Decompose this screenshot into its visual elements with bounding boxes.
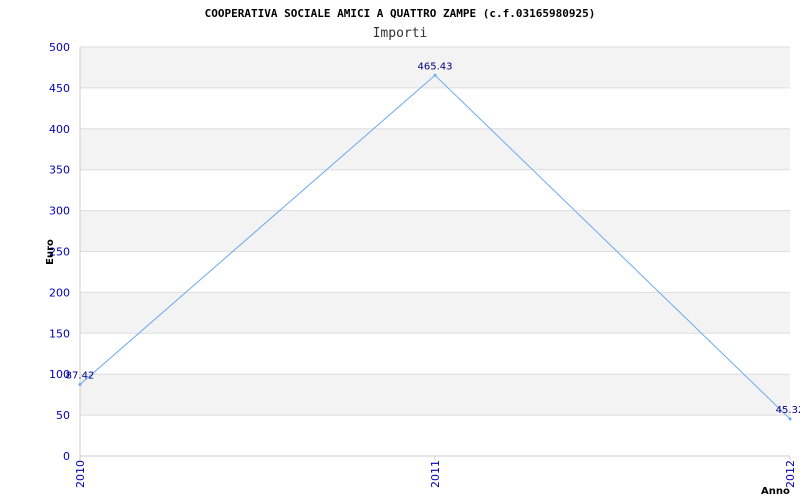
chart-title: COOPERATIVA SOCIALE AMICI A QUATTRO ZAMP… xyxy=(205,7,596,20)
y-tick-label: 200 xyxy=(49,286,70,299)
chart-subtitle: Importi xyxy=(373,26,428,41)
data-label: 465.43 xyxy=(418,61,453,72)
y-tick-label: 0 xyxy=(63,450,70,463)
y-tick-label: 300 xyxy=(49,205,70,218)
y-tick-label: 50 xyxy=(56,409,70,422)
data-point xyxy=(78,382,82,386)
data-point xyxy=(433,73,437,77)
background-band xyxy=(80,169,790,211)
background-band xyxy=(80,292,790,334)
x-axis-ticks: 2010 2011 2012 xyxy=(74,456,797,488)
y-tick-label: 400 xyxy=(49,123,70,136)
background-band xyxy=(80,210,790,252)
data-label: 87.42 xyxy=(66,370,95,381)
x-tick-label: 2011 xyxy=(429,460,442,488)
data-label: 45.32 xyxy=(776,405,800,416)
y-axis-label: Euro xyxy=(45,239,56,265)
y-tick-label: 450 xyxy=(49,82,70,95)
background-band xyxy=(80,415,790,456)
background-band xyxy=(80,251,790,293)
y-tick-label: 150 xyxy=(49,327,70,340)
background-band xyxy=(80,333,790,375)
x-tick-label: 2010 xyxy=(74,460,87,488)
data-point xyxy=(788,417,792,421)
background-band xyxy=(80,128,790,170)
background-band xyxy=(80,374,790,416)
y-tick-label: 500 xyxy=(49,41,70,54)
y-tick-label: 350 xyxy=(49,164,70,177)
x-tick-label: 2012 xyxy=(784,460,797,488)
x-axis-label: Anno xyxy=(761,486,790,497)
background-band xyxy=(80,87,790,129)
line-chart: 050100150200250300350400450500 2010 2011 2… xyxy=(45,7,800,497)
